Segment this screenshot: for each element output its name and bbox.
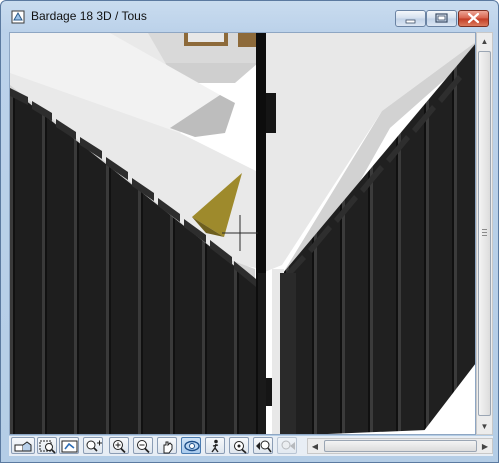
window-title: Bardage 18 3D / Tous bbox=[31, 9, 147, 23]
title-bar[interactable]: Bardage 18 3D / Tous bbox=[1, 1, 498, 31]
archicad-3d-window-icon bbox=[11, 10, 25, 24]
maximize-icon bbox=[435, 13, 448, 23]
scroll-right-icon[interactable]: ▶ bbox=[478, 438, 492, 455]
previous-zoom-icon[interactable] bbox=[253, 437, 273, 454]
close-button[interactable] bbox=[458, 10, 489, 27]
minimize-button[interactable] bbox=[395, 10, 426, 27]
minimize-icon bbox=[405, 19, 416, 24]
orbit-icon[interactable] bbox=[181, 437, 201, 454]
next-zoom-icon[interactable] bbox=[277, 437, 297, 454]
3d-model-view[interactable] bbox=[9, 32, 476, 435]
zoom-in-toggle-icon[interactable] bbox=[83, 437, 103, 454]
maximize-button[interactable] bbox=[426, 10, 457, 27]
vertical-scrollbar[interactable]: ▲ ▼ bbox=[476, 32, 493, 435]
zoom-to-selection-icon[interactable] bbox=[229, 437, 249, 454]
close-icon bbox=[467, 12, 480, 24]
3d-projection-settings-icon[interactable] bbox=[11, 437, 35, 454]
scroll-left-icon[interactable]: ◀ bbox=[308, 438, 322, 455]
zoom-in-icon[interactable] bbox=[109, 437, 129, 454]
3d-window: Bardage 18 3D / Tous ▲ ▼ ◀ ▶ bbox=[0, 0, 499, 463]
pan-icon[interactable] bbox=[157, 437, 177, 454]
scroll-up-icon[interactable]: ▲ bbox=[477, 33, 492, 50]
navigation-toolbar: ◀ ▶ bbox=[9, 436, 493, 456]
zoom-out-icon[interactable] bbox=[133, 437, 153, 454]
horizontal-scroll-thumb[interactable] bbox=[324, 440, 477, 452]
explore-walk-icon[interactable] bbox=[205, 437, 225, 454]
scroll-down-icon[interactable]: ▼ bbox=[477, 418, 492, 435]
fit-in-window-icon[interactable] bbox=[59, 437, 79, 454]
zoom-window-icon[interactable] bbox=[37, 437, 57, 454]
vertical-scroll-thumb[interactable] bbox=[478, 51, 491, 416]
horizontal-scrollbar[interactable]: ◀ ▶ bbox=[307, 438, 493, 454]
